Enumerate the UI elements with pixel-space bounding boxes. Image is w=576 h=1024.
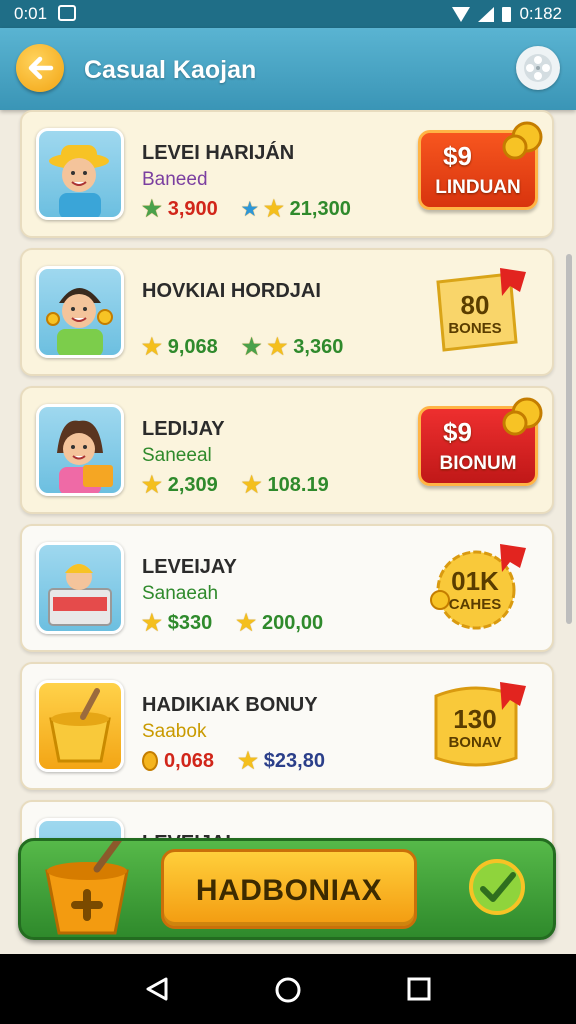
status-bar: 0:01 0:182 [0,0,576,28]
avatar [36,680,124,772]
card-title: HADIKIAK BONUY [142,694,318,716]
scrollbar[interactable] [566,254,572,624]
star-icon: ★ [142,196,162,221]
card-title: LEDIJAY [142,418,225,440]
star-icon: ★ [238,748,258,773]
card-subtitle: Baneed [142,169,208,190]
signal-icon [478,6,495,22]
level-list[interactable]: LEVEI HARIJÁN Baneed ★ 3,900 ★ ★ 21,300 … [0,110,576,850]
notification-icon [58,5,76,21]
confirm-check-icon[interactable] [467,857,527,917]
reward-amount: 01K [451,566,499,596]
stat-value-1: 9,068 [167,335,218,358]
app-bar: Casual Kaojan [0,28,576,110]
avatar [36,542,124,634]
star-icon: ★ [263,196,284,221]
stat-value-1: 0,068 [164,749,215,772]
reward-label: BIONUM [439,453,517,474]
card-stats: 0,068 ★ $23,80 [142,748,325,774]
home-nav-icon[interactable] [274,976,302,1004]
battery-icon [502,6,512,22]
main-action-button[interactable]: HADBONIAX [161,849,417,929]
reward-label: CAHES [448,596,502,613]
status-right-time: 0:182 [519,4,562,23]
avatar [36,404,124,496]
arrow-left-icon [28,56,54,80]
reward-button[interactable]: $9 LINDUAN [418,121,543,210]
coins-icon [502,397,543,436]
main-action-label: HADBONIAX [195,874,383,907]
star-icon: ★ [142,334,162,359]
status-time: 0:01 [14,4,48,23]
card-stats: ★ 3,900 ★ ★ 21,300 [142,196,351,222]
bucket-icon[interactable] [41,841,141,941]
coin-icon [142,751,158,771]
reward-label: BONAV [448,734,502,751]
card-title: HOVKIAI HORDJAI [142,280,321,302]
list-item[interactable]: LEVEI HARIJÁN Baneed ★ 3,900 ★ ★ 21,300 … [20,110,554,238]
star-icon: ★ [236,610,256,635]
recents-nav-icon[interactable] [406,976,432,1002]
star-icon: ★ [142,610,162,635]
card-stats: ★ 9,068 ★ ★ 3,360 [142,334,343,360]
card-subtitle: Sanaeah [142,583,219,604]
star-icon: ★ [241,472,262,497]
card-stats: ★ 2,309 ★ 108.19 [142,472,329,498]
reward-amount: $9 [443,417,472,447]
coins-icon [502,121,543,160]
reward-label: BONES [448,320,502,337]
list-item[interactable]: LEDIJAY Saneeal ★ 2,309 ★ 108.19 $9 BION… [20,386,554,514]
star-icon: ★ [241,198,258,219]
card-title: LEVEI HARIJÁN [142,142,295,164]
wifi-icon [452,6,471,22]
reward-amount: 80 [460,290,490,320]
page-title: Casual Kaojan [84,56,257,84]
list-item[interactable]: LEVEIJAY Sanaeah ★ $330 ★ 200,00 01K CAH… [20,524,554,652]
back-nav-icon[interactable] [144,976,170,1002]
avatar [36,266,124,358]
reward-label: LINDUAN [435,177,521,198]
stat-value-2: 108.19 [267,473,329,496]
star-icon: ★ [142,472,162,497]
stat-value-2: 21,300 [289,197,351,220]
list-item[interactable]: HOVKIAI HORDJAI ★ 9,068 ★ ★ 3,360 80 BON… [20,248,554,376]
action-bar: HADBONIAX [18,838,556,940]
film-reel-icon [524,54,552,82]
card-subtitle: Saneeal [142,445,212,466]
card-title: LEVEIJAY [142,556,237,578]
system-nav-bar [0,954,576,1024]
reward-badge[interactable]: 130 BONAV [430,680,530,770]
stat-value-1: 2,309 [167,473,218,496]
stat-value-2: 200,00 [261,611,324,634]
status-icons: 0:182 [452,4,562,24]
card-stats: ★ $330 ★ 200,00 [142,610,323,636]
stat-value-2: 3,360 [293,335,344,358]
star-icon: ★ [241,334,262,359]
reward-badge[interactable]: 80 BONES [430,266,530,356]
settings-button[interactable] [516,46,560,90]
reward-badge[interactable]: 01K CAHES [430,542,530,632]
stat-value-1: 3,900 [167,197,218,220]
avatar [36,128,124,220]
reward-button[interactable]: $9 BIONUM [418,397,543,486]
stat-value-1: $330 [167,611,213,634]
card-subtitle: Saabok [142,721,207,742]
reward-amount: $9 [443,141,472,171]
back-button[interactable] [16,44,64,92]
stat-value-2: $23,80 [263,749,325,772]
list-item[interactable]: HADIKIAK BONUY Saabok 0,068 ★ $23,80 130… [20,662,554,790]
reward-amount: 130 [453,704,497,734]
star-icon: ★ [267,334,288,359]
